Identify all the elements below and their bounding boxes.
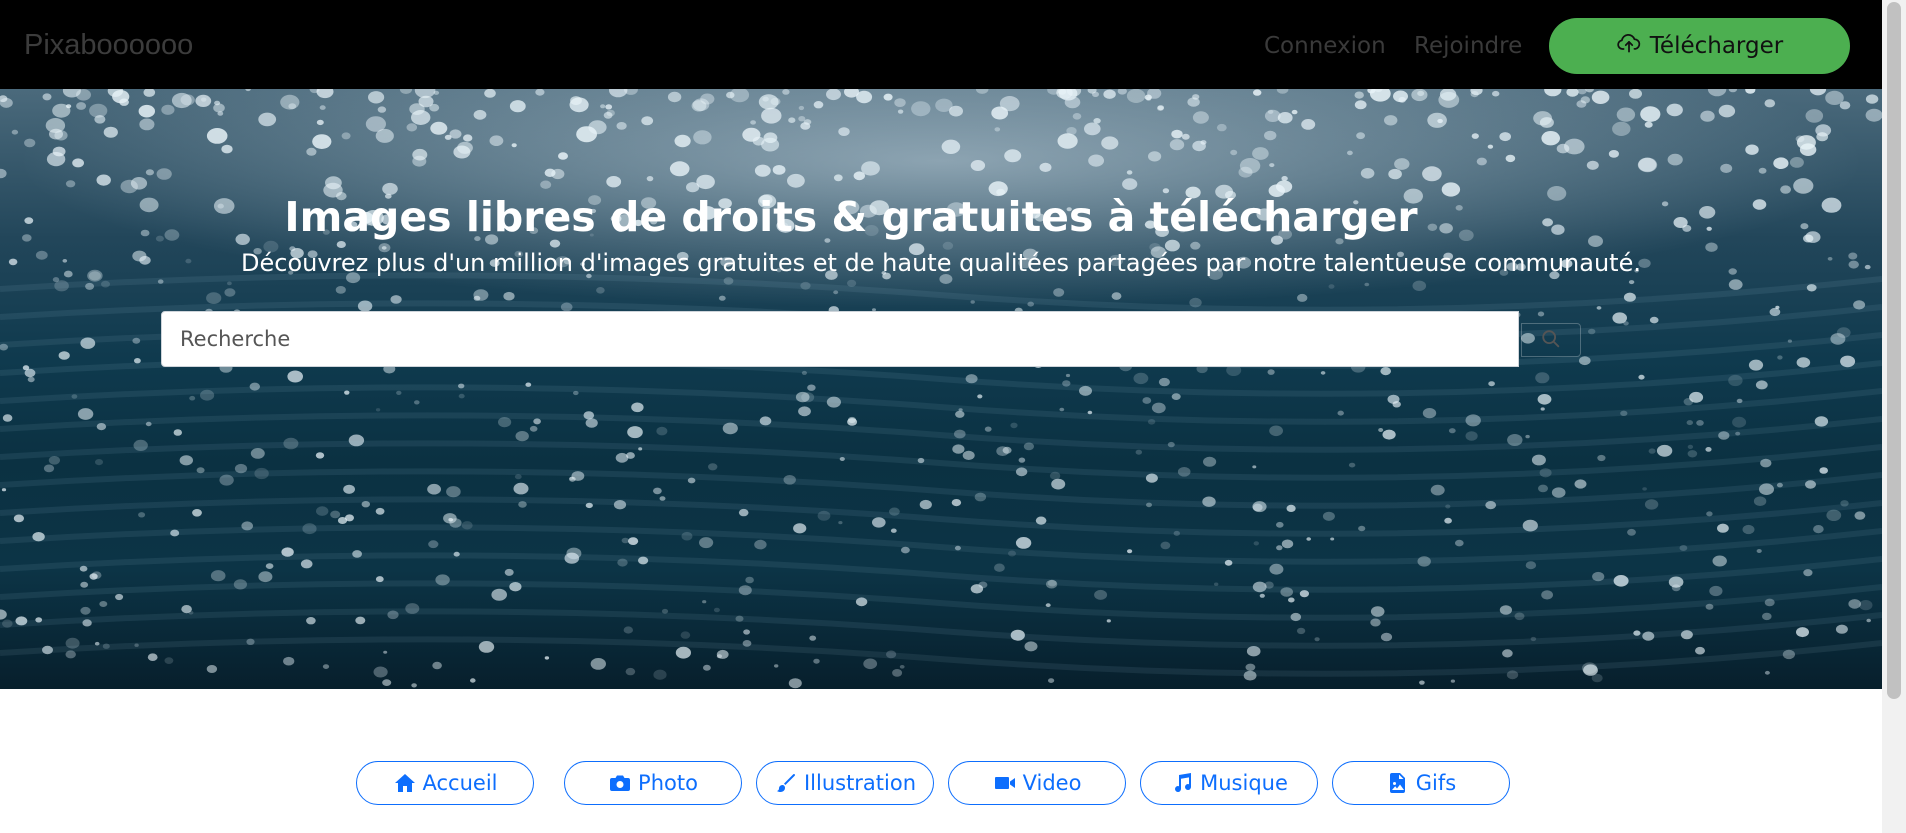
- login-link[interactable]: Connexion: [1264, 33, 1386, 59]
- join-link[interactable]: Rejoindre: [1414, 33, 1522, 59]
- page-scrollbar[interactable]: [1882, 0, 1906, 833]
- category-musique-button[interactable]: Musique: [1140, 761, 1318, 805]
- search-button[interactable]: [1521, 323, 1581, 357]
- category-label: Video: [1022, 771, 1082, 795]
- category-label: Photo: [638, 771, 698, 795]
- hero-subtitle: Découvrez plus d'un million d'images gra…: [241, 249, 1641, 277]
- hero-title: Images libres de droits & gratuites à té…: [284, 193, 1418, 241]
- category-photo-button[interactable]: Photo: [564, 761, 742, 805]
- search-input[interactable]: [161, 311, 1519, 367]
- water-background-image: [0, 89, 1882, 689]
- scrollbar-thumb[interactable]: [1887, 2, 1901, 699]
- category-label: Accueil: [422, 771, 498, 795]
- category-label: Gifs: [1415, 771, 1457, 795]
- category-illustration-button[interactable]: Illustration: [756, 761, 934, 805]
- search-icon: [1540, 328, 1562, 353]
- upload-button[interactable]: Télécharger: [1549, 18, 1850, 74]
- brand-logo[interactable]: Pixaboooooo: [24, 29, 193, 62]
- category-accueil-button[interactable]: Accueil: [356, 761, 534, 805]
- video-camera-icon: [994, 777, 1015, 789]
- hero-banner: Images libres de droits & gratuites à té…: [0, 89, 1882, 689]
- top-navbar: Pixaboooooo Connexion Rejoindre Téléchar…: [0, 0, 1882, 89]
- category-label: Musique: [1200, 771, 1288, 795]
- category-label: Illustration: [803, 771, 917, 795]
- upload-button-label: Télécharger: [1649, 33, 1784, 59]
- category-gifs-button[interactable]: Gifs: [1332, 761, 1510, 805]
- camera-icon: [610, 775, 631, 791]
- category-nav: Accueil Photo Illustration Video Musique…: [0, 761, 1882, 807]
- cloud-upload-icon: [1616, 30, 1642, 62]
- music-note-icon: [1175, 773, 1192, 793]
- category-video-button[interactable]: Video: [948, 761, 1126, 805]
- brush-icon: [776, 774, 795, 792]
- home-icon: [394, 774, 415, 792]
- image-file-icon: [1389, 773, 1405, 793]
